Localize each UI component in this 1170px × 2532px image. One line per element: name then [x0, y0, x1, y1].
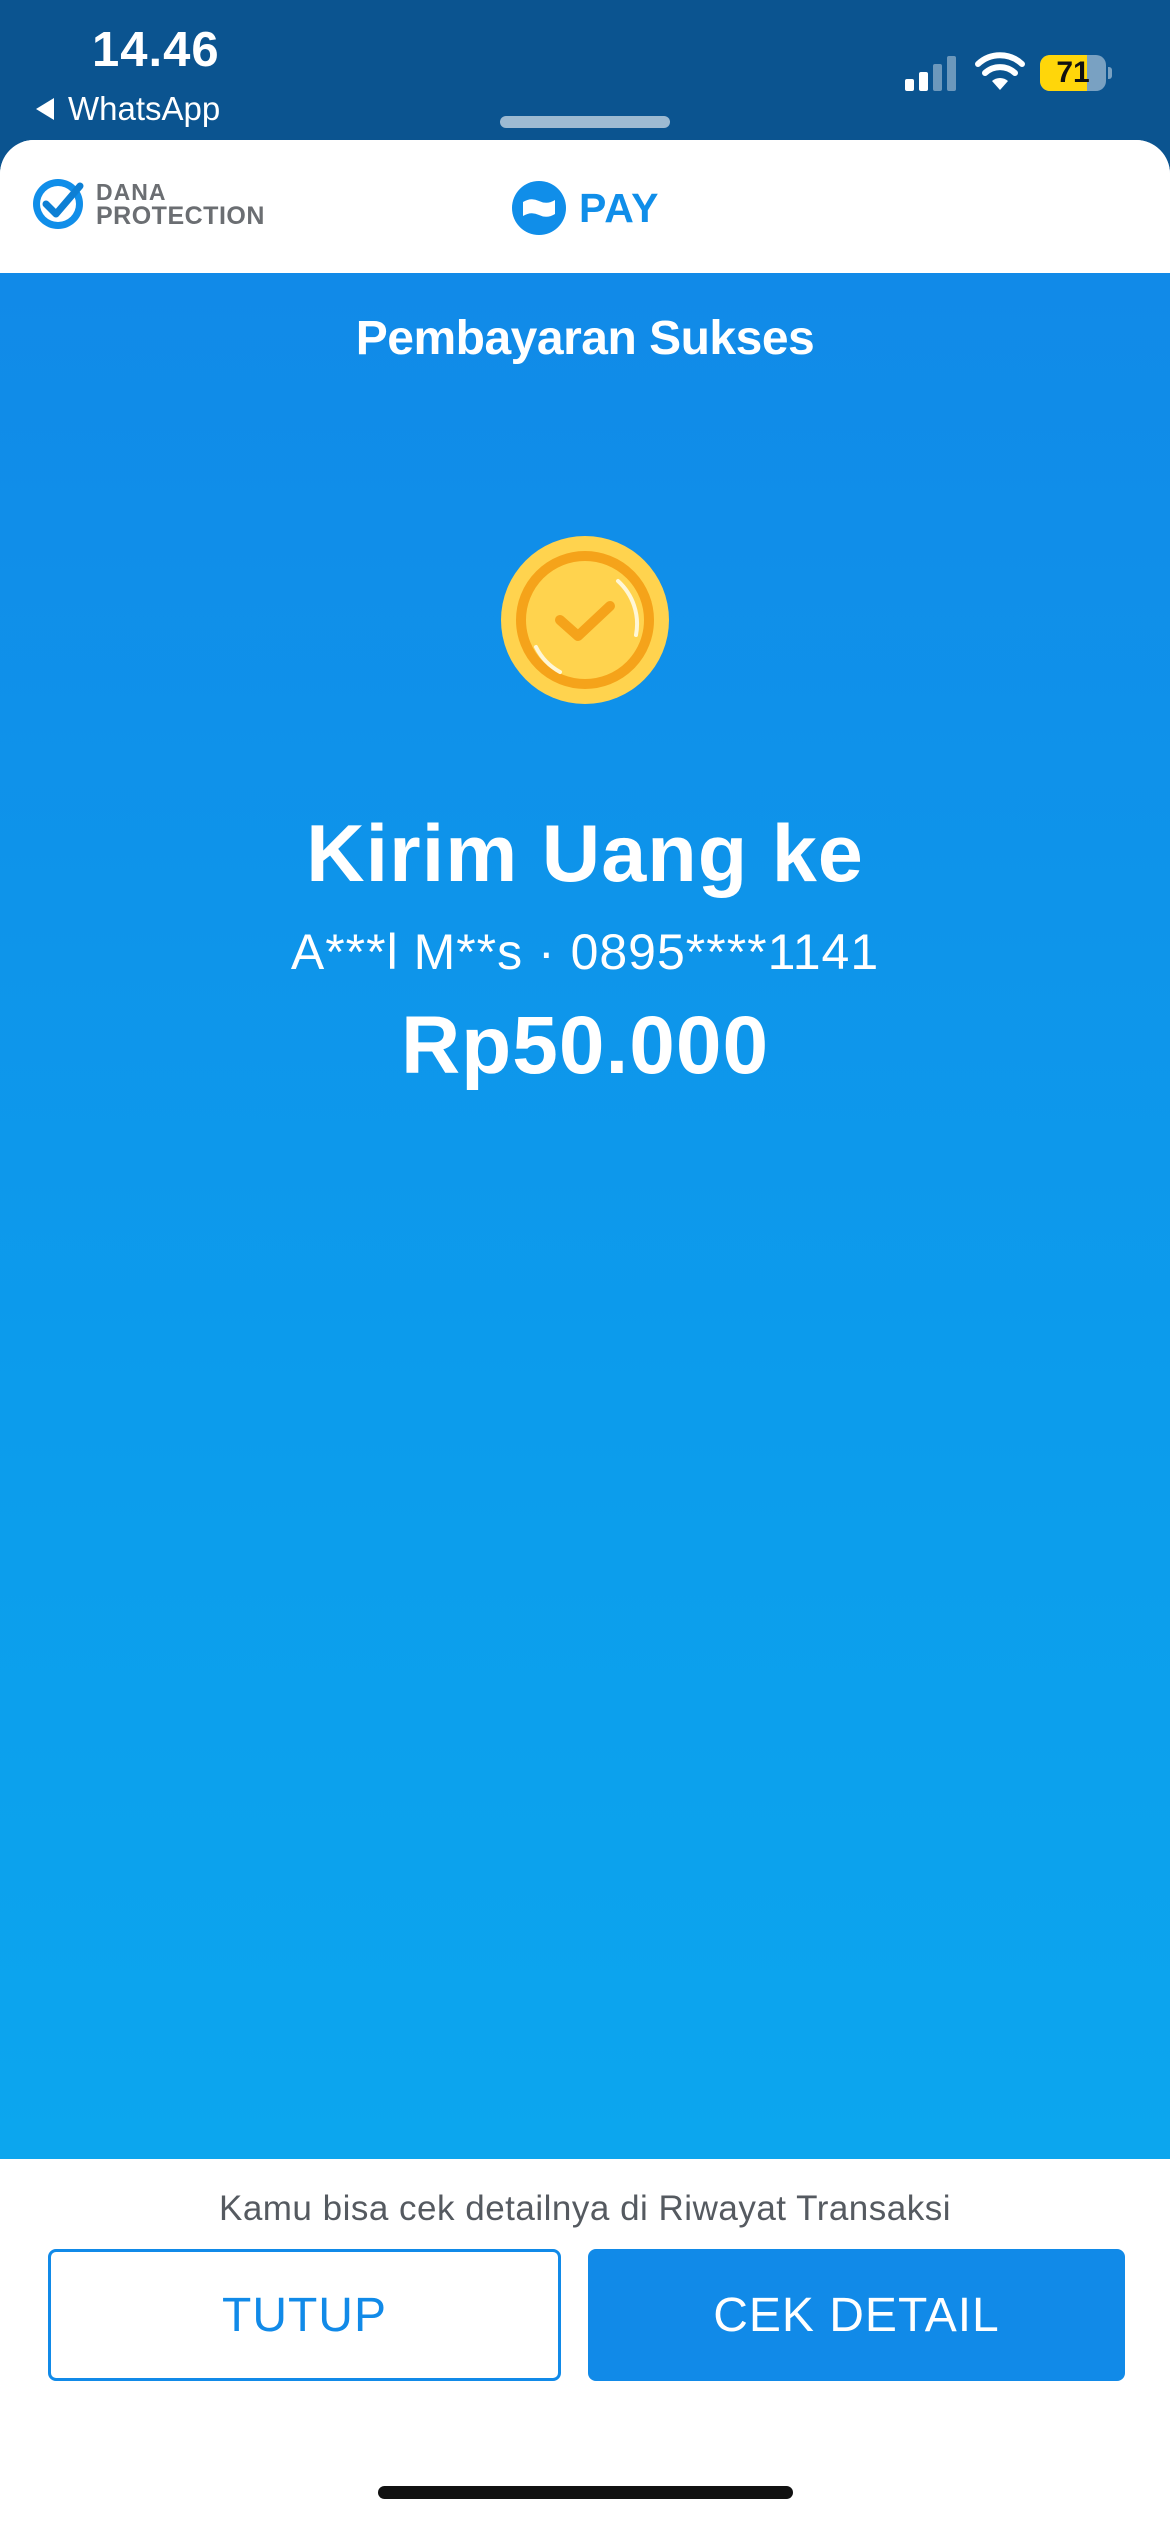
battery-icon: 71: [1040, 55, 1112, 91]
protection-line1: DANA: [96, 179, 167, 205]
recipient-info: A***l M**s · 0895****1141: [290, 924, 880, 980]
dana-pay-logo: PAY: [511, 180, 660, 236]
footer: Kamu bisa cek detailnya di Riwayat Trans…: [0, 2159, 1170, 2532]
battery-level: 71: [1056, 56, 1090, 89]
check-detail-button[interactable]: CEK DETAIL: [588, 2249, 1125, 2381]
success-coin-icon: [501, 536, 669, 704]
back-arrow-icon: [36, 98, 54, 120]
shield-check-icon: [33, 179, 84, 229]
success-panel: Pembayaran Sukses Kirim Uang ke A***l M*…: [0, 273, 1170, 2159]
pay-label: PAY: [579, 184, 660, 231]
page-title: Pembayaran Sukses: [355, 312, 815, 365]
protection-line2: PROTECTION: [96, 202, 265, 230]
home-indicator: [378, 2486, 793, 2499]
close-button[interactable]: TUTUP: [48, 2249, 561, 2381]
dana-logo-icon: [512, 181, 566, 235]
dana-protection-logo: DANA PROTECTION: [30, 176, 265, 232]
payment-sheet: DANA PROTECTION PAY Pembayaran Sukses Ki…: [0, 140, 1170, 2532]
transfer-amount: Rp50.000: [400, 1000, 770, 1091]
status-bar: 14.46 WhatsApp 71: [0, 0, 1170, 140]
screen: 14.46 WhatsApp 71 DANA PROTECTION PAY Pe…: [0, 0, 1170, 2532]
back-app-label: WhatsApp: [68, 90, 221, 127]
transaction-history-note: Kamu bisa cek detailnya di Riwayat Trans…: [218, 2189, 952, 2228]
transfer-headline: Kirim Uang ke: [306, 809, 864, 899]
wifi-icon: [975, 52, 1025, 90]
header: DANA PROTECTION PAY: [0, 140, 1170, 273]
sheet-grabber[interactable]: [500, 116, 670, 128]
status-time: 14.46: [92, 23, 220, 77]
back-to-app-link[interactable]: WhatsApp: [36, 90, 220, 128]
cellular-signal-icon: [905, 56, 956, 91]
